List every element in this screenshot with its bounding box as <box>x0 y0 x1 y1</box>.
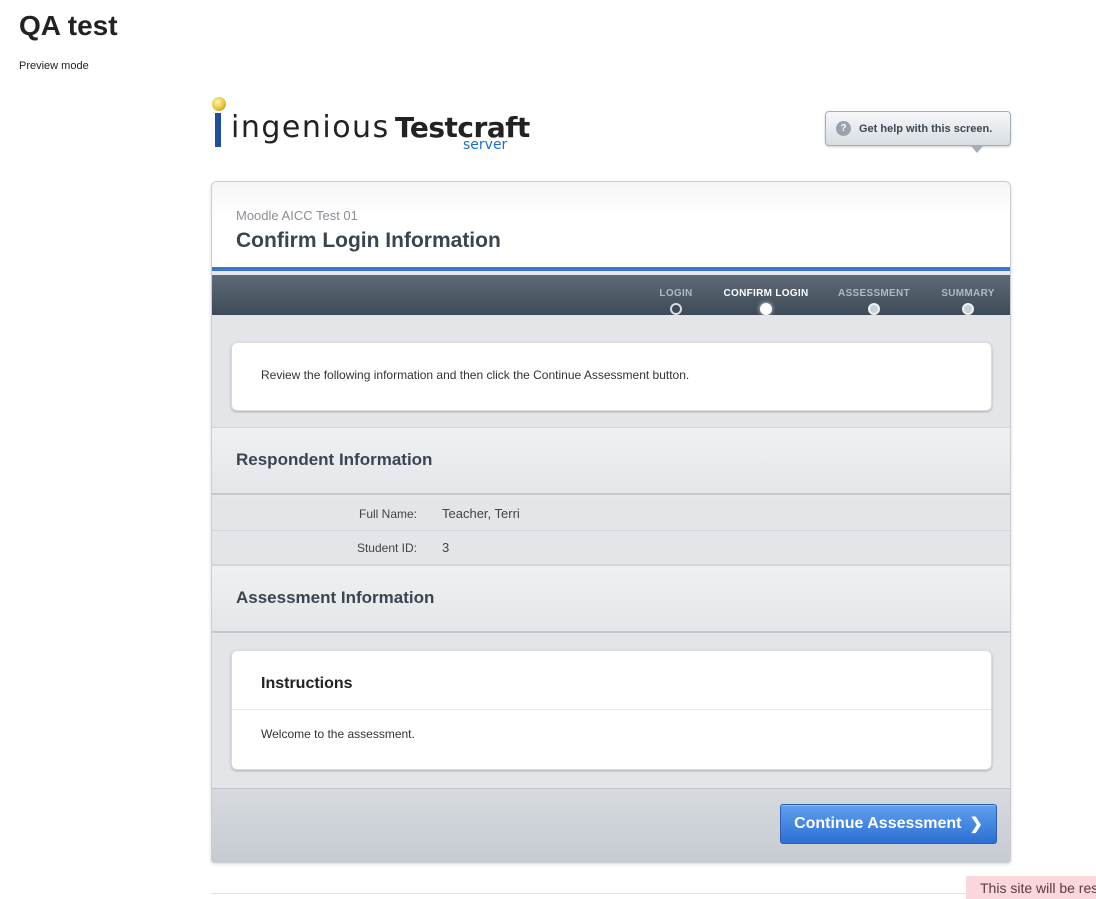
step-login: LOGIN <box>648 275 704 315</box>
step-summary: SUMMARY <box>934 275 1002 315</box>
step-dot-icon <box>868 303 880 315</box>
step-label: ASSESSMENT <box>838 288 910 299</box>
test-name: Moodle AICC Test 01 <box>236 208 358 223</box>
continue-button-label: Continue Assessment <box>794 815 962 832</box>
step-label: SUMMARY <box>941 288 995 299</box>
logo-dot-icon <box>212 97 226 111</box>
instructions-text: Welcome to the assessment. <box>261 727 415 741</box>
step-confirm-login: CONFIRM LOGIN <box>715 275 817 315</box>
logo-bar <box>215 113 221 147</box>
field-value: 3 <box>442 540 450 555</box>
logo-word-server: server <box>463 137 508 153</box>
info-row-student-id: Student ID: 3 <box>212 531 1010 565</box>
step-label: CONFIRM LOGIN <box>723 288 809 299</box>
step-assessment: ASSESSMENT <box>830 275 918 315</box>
field-value: Teacher, Terri <box>442 506 520 521</box>
notice-text: Review the following information and the… <box>261 368 690 382</box>
step-dot-icon <box>760 303 772 315</box>
assessment-section-header: Assessment Information <box>212 565 1010 633</box>
action-bar: Continue Assessment ❯ <box>212 788 1010 862</box>
info-row-full-name: Full Name: Teacher, Terri <box>212 497 1010 531</box>
help-button-pointer <box>971 146 983 153</box>
chevron-right-icon: ❯ <box>969 816 983 833</box>
notice-area: Review the following information and the… <box>212 315 1010 427</box>
divider <box>232 709 991 710</box>
assessment-card: Moodle AICC Test 01 Confirm Login Inform… <box>211 181 1011 863</box>
instructions-heading: Instructions <box>261 675 353 692</box>
preview-mode-label: Preview mode <box>19 60 89 72</box>
question-icon: ? <box>836 121 851 136</box>
card-header: Moodle AICC Test 01 Confirm Login Inform… <box>212 182 1010 271</box>
screen-title: Confirm Login Information <box>236 229 501 252</box>
field-label: Full Name: <box>358 507 417 521</box>
help-button-label: Get help with this screen. <box>859 122 993 135</box>
instructions-card: Instructions Welcome to the assessment. <box>231 650 992 770</box>
assessment-heading: Assessment Information <box>236 588 435 607</box>
step-label: LOGIN <box>659 288 693 299</box>
page-title: QA test <box>19 10 118 41</box>
respondent-heading: Respondent Information <box>236 450 433 469</box>
instructions-area: Instructions Welcome to the assessment. <box>212 634 1010 788</box>
step-dot-icon <box>962 303 974 315</box>
field-label: Student ID: <box>356 541 417 555</box>
step-dot-icon <box>670 303 682 315</box>
continue-assessment-button[interactable]: Continue Assessment ❯ <box>780 804 997 844</box>
instruction-notice: Review the following information and the… <box>231 342 992 411</box>
site-notice: This site will be res <box>966 876 1096 899</box>
help-button[interactable]: ? Get help with this screen. <box>825 111 1011 153</box>
footer-divider <box>211 893 1096 894</box>
ingenious-testcraft-logo: ingenious Testcraft server <box>211 97 530 155</box>
progress-steps: LOGIN CONFIRM LOGIN ASSESSMENT SUMMARY <box>212 275 1010 315</box>
logo-word-ingenious: ingenious <box>231 110 390 145</box>
respondent-section-header: Respondent Information <box>212 427 1010 495</box>
